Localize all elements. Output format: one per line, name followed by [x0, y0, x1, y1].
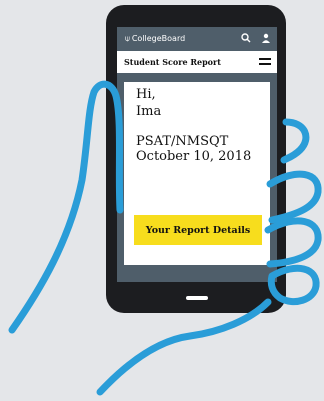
- phone-illustration: ⍦ CollegeBoard Student Score Report Hi, …: [0, 0, 324, 401]
- brand-logo[interactable]: ⍦ CollegeBoard: [125, 34, 185, 44]
- app-header: ⍦ CollegeBoard: [117, 27, 277, 51]
- user-icon[interactable]: [261, 32, 271, 44]
- greeting-text: Hi,: [136, 87, 156, 102]
- header-icons: [241, 32, 271, 44]
- test-date: October 10, 2018: [136, 149, 252, 164]
- hamburger-menu-icon[interactable]: [259, 57, 271, 67]
- search-icon[interactable]: [241, 32, 251, 44]
- phone-screen: ⍦ CollegeBoard Student Score Report Hi, …: [117, 27, 277, 282]
- student-name: Ima: [136, 104, 162, 119]
- report-details-button[interactable]: Your Report Details: [134, 215, 262, 245]
- report-nav-bar: Student Score Report: [117, 51, 277, 73]
- page-title: Student Score Report: [124, 57, 221, 67]
- score-report-card: Hi, Ima PSAT/NMSQT October 10, 2018 Your…: [124, 82, 270, 265]
- brand-name: CollegeBoard: [131, 34, 186, 43]
- home-indicator: [186, 296, 208, 300]
- acorn-logo-icon: ⍦: [125, 34, 130, 43]
- test-name: PSAT/NMSQT: [136, 134, 229, 149]
